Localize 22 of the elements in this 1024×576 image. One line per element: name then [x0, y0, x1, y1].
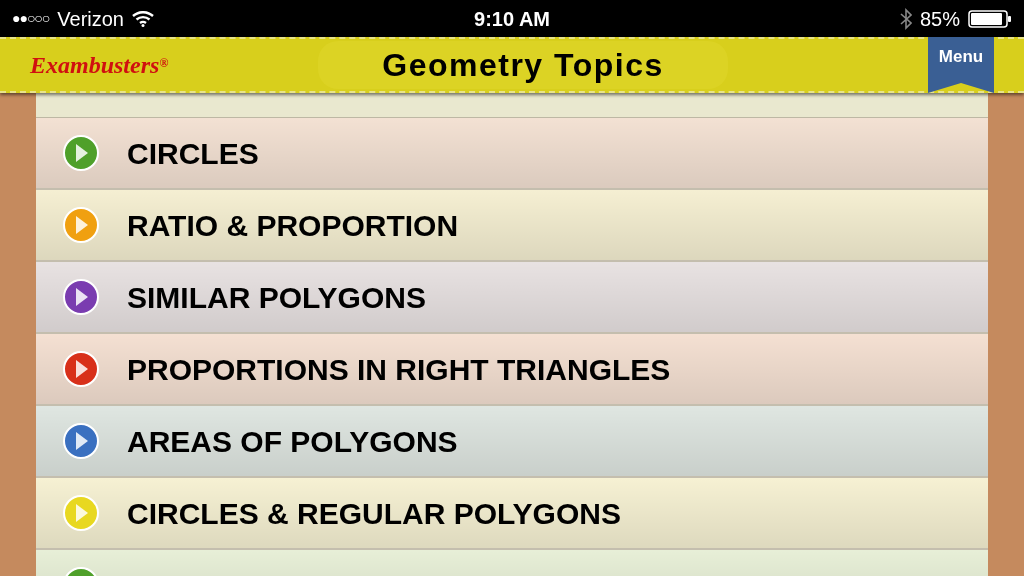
app-logo: Exambusters$^{®}$	[30, 51, 170, 80]
topic-label: SIMILAR POLYGONS	[127, 279, 426, 316]
topic-label: AREAS OF POLYGONS	[127, 423, 458, 460]
topic-row[interactable]: CIRCLES & REGULAR POLYGONS	[36, 478, 988, 550]
battery-icon	[968, 8, 1012, 29]
topic-row[interactable]: SIMILAR POLYGONS	[36, 262, 988, 334]
menu-button[interactable]: Menu	[928, 37, 994, 93]
topic-label: CIRCLES	[127, 135, 259, 172]
page-title: Geometry Topics	[318, 41, 728, 89]
signal-strength: ●●○○○	[12, 9, 50, 28]
topic-row[interactable]: AREAS OF POLYGONS	[36, 406, 988, 478]
wifi-icon	[132, 10, 154, 27]
topic-row[interactable]: PROPORTIONS IN RIGHT TRIANGLES	[36, 334, 988, 406]
carrier-name: Verizon	[57, 6, 124, 32]
clock-time: 9:10 AM	[474, 6, 550, 32]
bluetooth-icon	[900, 7, 912, 30]
topic-label: CIRCLES & REGULAR POLYGONS	[127, 495, 621, 532]
topic-row[interactable]: CIRCLES	[36, 118, 988, 190]
topic-row[interactable]: RATIO & PROPORTION	[36, 190, 988, 262]
battery-percent: 85%	[920, 6, 960, 32]
topic-label: PROPORTIONS IN RIGHT TRIANGLES	[127, 351, 671, 388]
topic-label: RATIO & PROPORTION	[127, 207, 459, 244]
